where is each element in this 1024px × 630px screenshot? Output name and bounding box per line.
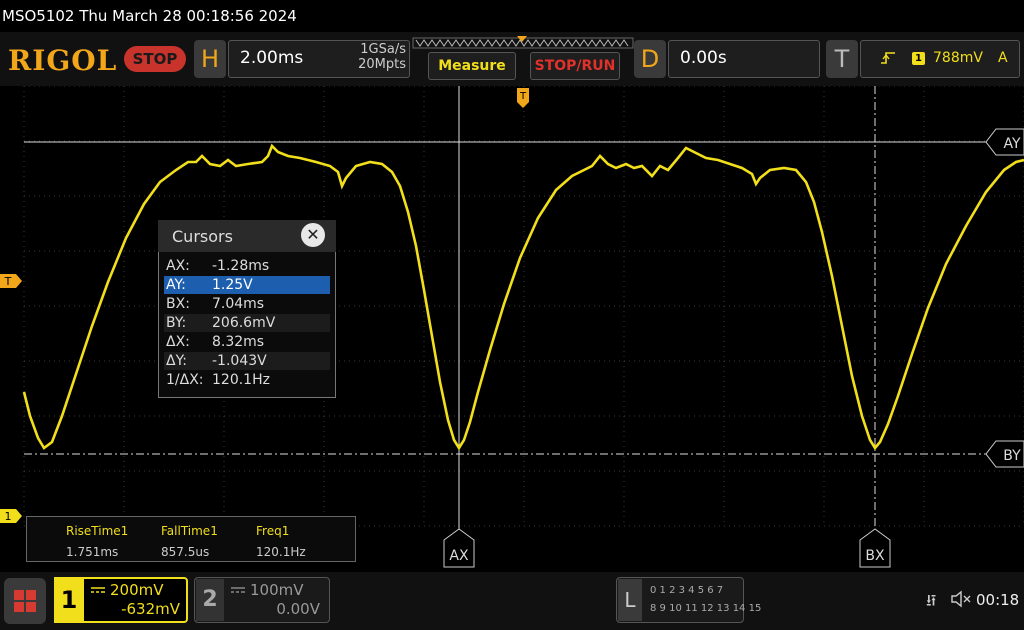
trigger-channel: 1: [912, 52, 925, 65]
cursor-row-key: BY:: [166, 315, 187, 331]
delay-label[interactable]: D: [634, 40, 666, 78]
measurement-name: Freq1: [256, 524, 290, 538]
svg-text:T: T: [519, 91, 527, 102]
cursor-row[interactable]: AY: 1.25V: [164, 276, 330, 294]
channel2-offset: 0.00V: [276, 600, 320, 618]
cursor-row-value: 8.32ms: [212, 334, 265, 350]
stop-run-button[interactable]: STOP/RUN: [530, 52, 620, 80]
svg-text:BY: BY: [1003, 448, 1021, 464]
cursor-row-value: 7.04ms: [212, 296, 265, 312]
sample-rate-info: 1GSa/s 20Mpts: [338, 42, 406, 72]
speaker-muted-icon[interactable]: [950, 589, 972, 609]
trigger-level: 788mV: [933, 50, 983, 66]
timebase-value: 2.00ms: [240, 48, 304, 68]
channel2-number: 2: [196, 579, 224, 621]
cursors-panel-title: Cursors: [172, 227, 233, 246]
cursor-row[interactable]: ΔY: -1.043V: [164, 352, 330, 370]
dc-coupling-icon: [231, 587, 245, 593]
menu-button[interactable]: [4, 578, 46, 624]
cursor-row-key: ΔX:: [166, 334, 190, 350]
cursor-row-key: ΔY:: [166, 353, 187, 369]
brand-logo: RIGOL: [8, 44, 118, 77]
measurement-value: 1.751ms: [66, 545, 119, 559]
sample-rate: 1GSa/s: [360, 42, 406, 57]
svg-text:AX: AX: [449, 548, 469, 564]
delay-value: 0.00s: [680, 48, 727, 68]
cursor-row-key: BX:: [166, 296, 190, 312]
measurement-value: 120.1Hz: [256, 545, 306, 559]
cursor-row[interactable]: ΔX: 8.32ms: [164, 333, 330, 351]
cursor-row[interactable]: BY: 206.6mV: [164, 314, 330, 332]
cursor-ax-label[interactable]: AX: [443, 528, 475, 568]
run-state-badge[interactable]: STOP: [124, 46, 186, 72]
close-icon[interactable]: ✕: [301, 223, 325, 247]
cursor-bx-label[interactable]: BX: [859, 528, 891, 568]
logic-channels-row1: 0 1 2 3 4 5 6 7: [650, 585, 724, 596]
channel1-offset: -632mV: [121, 600, 180, 618]
waveform-display[interactable]: T: [0, 86, 1024, 570]
svg-text:AY: AY: [1003, 136, 1020, 152]
trigger-label[interactable]: T: [826, 40, 858, 78]
channel2-scale: 100mV: [250, 581, 304, 599]
usb-icon: ⭿: [926, 591, 937, 610]
measurement-name: FallTime1: [161, 524, 218, 538]
channel1-number: 1: [54, 577, 84, 623]
measurement-name: RiseTime1: [66, 524, 129, 538]
cursor-row[interactable]: 1/ΔX: 120.1Hz: [164, 371, 330, 389]
cursor-row-value: -1.28ms: [212, 258, 270, 274]
cursor-ay-label[interactable]: AY: [986, 128, 1024, 156]
cursor-row-value: 206.6mV: [212, 315, 276, 331]
channel1-ground-marker[interactable]: 1: [0, 507, 24, 525]
cursor-by-label[interactable]: BY: [986, 440, 1024, 468]
logic-label: L: [618, 579, 642, 621]
logic-channels-row2: 8 9 10 11 12 13 14 15: [650, 603, 762, 614]
rising-edge-icon: [881, 52, 895, 64]
trigger-level-marker[interactable]: T: [0, 272, 24, 290]
measurement-value: 857.5us: [161, 545, 210, 559]
measure-button[interactable]: Measure: [428, 52, 516, 80]
channel1-scale: 200mV: [110, 581, 164, 599]
cursor-row-key: AX:: [166, 258, 190, 274]
horizontal-label[interactable]: H: [194, 40, 226, 78]
dc-coupling-icon: [91, 587, 105, 593]
cursor-row[interactable]: BX: 7.04ms: [164, 295, 330, 313]
svg-text:BX: BX: [865, 548, 885, 564]
cursor-row-key: 1/ΔX:: [166, 372, 204, 388]
trigger-position-marker: T: [517, 88, 529, 108]
trigger-mode: A: [998, 50, 1008, 66]
svg-text:T: T: [4, 275, 12, 288]
cursor-row-value: 1.25V: [212, 277, 253, 293]
clock: 00:18: [976, 591, 1020, 609]
memory-depth: 20Mpts: [358, 57, 406, 72]
cursor-row[interactable]: AX: -1.28ms: [164, 257, 330, 275]
cursor-row-key: AY:: [166, 277, 186, 293]
svg-text:1: 1: [5, 510, 12, 523]
status-line: MSO5102 Thu March 28 00:18:56 2024: [0, 0, 1024, 32]
memory-overview: [412, 36, 634, 49]
cursor-row-value: 120.1Hz: [212, 372, 270, 388]
cursor-row-value: -1.043V: [212, 353, 267, 369]
grid-menu-icon: [14, 590, 36, 612]
